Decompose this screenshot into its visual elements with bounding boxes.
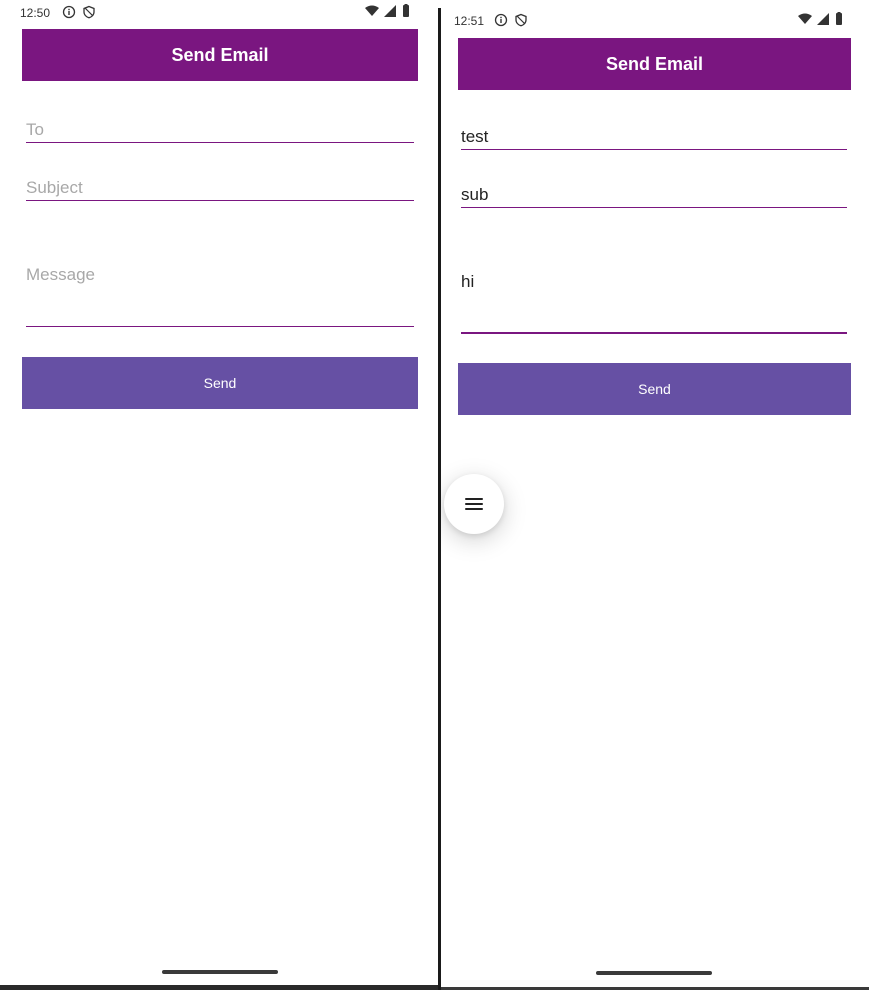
app-bar: Send Email bbox=[458, 38, 851, 90]
floating-menu-button[interactable] bbox=[444, 474, 504, 534]
status-time: 12:50 bbox=[20, 6, 51, 20]
page-title: Send Email bbox=[605, 53, 704, 74]
message-placeholder: Message bbox=[26, 265, 95, 284]
send-button-label: Send bbox=[203, 375, 237, 391]
send-button[interactable]: Send bbox=[22, 357, 418, 409]
send-button-label: Send bbox=[638, 381, 671, 397]
shield-icon bbox=[82, 5, 96, 22]
message-input[interactable]: Message bbox=[26, 265, 414, 327]
status-bar: 12:50 bbox=[0, 4, 438, 28]
battery-icon bbox=[402, 4, 409, 17]
to-value: test bbox=[461, 127, 489, 146]
status-indicators bbox=[364, 4, 411, 21]
wifi-icon bbox=[365, 5, 379, 16]
subject-value: sub bbox=[461, 185, 489, 204]
subject-input[interactable]: Subject bbox=[26, 165, 414, 201]
to-input[interactable]: To bbox=[26, 107, 414, 143]
nav-gesture-handle[interactable] bbox=[162, 970, 278, 974]
battery-icon bbox=[835, 12, 842, 25]
subject-placeholder: Subject bbox=[26, 178, 83, 197]
message-input[interactable]: hi bbox=[461, 272, 847, 334]
to-input[interactable]: test bbox=[461, 114, 847, 150]
menu-icon bbox=[465, 498, 483, 510]
shield-icon bbox=[514, 13, 528, 30]
signal-icon bbox=[384, 5, 397, 17]
to-placeholder: To bbox=[26, 120, 44, 139]
left-bottom-edge bbox=[0, 985, 438, 990]
left-screen: 12:50 Send Email To Subject Message Send bbox=[0, 0, 438, 990]
message-value: hi bbox=[461, 272, 475, 291]
page-title: Send Email bbox=[171, 44, 269, 65]
right-screen: 12:51 Send Email test sub hi Send bbox=[441, 0, 869, 990]
subject-input[interactable]: sub bbox=[461, 172, 847, 208]
status-bar: 12:51 bbox=[441, 12, 869, 36]
app-bar: Send Email bbox=[22, 29, 418, 81]
info-icon bbox=[494, 13, 508, 30]
nav-gesture-handle[interactable] bbox=[596, 971, 712, 975]
info-icon bbox=[62, 5, 76, 22]
signal-icon bbox=[817, 13, 830, 25]
status-time: 12:51 bbox=[454, 14, 485, 28]
status-indicators bbox=[797, 12, 844, 29]
wifi-icon bbox=[798, 13, 812, 24]
send-button[interactable]: Send bbox=[458, 363, 851, 415]
